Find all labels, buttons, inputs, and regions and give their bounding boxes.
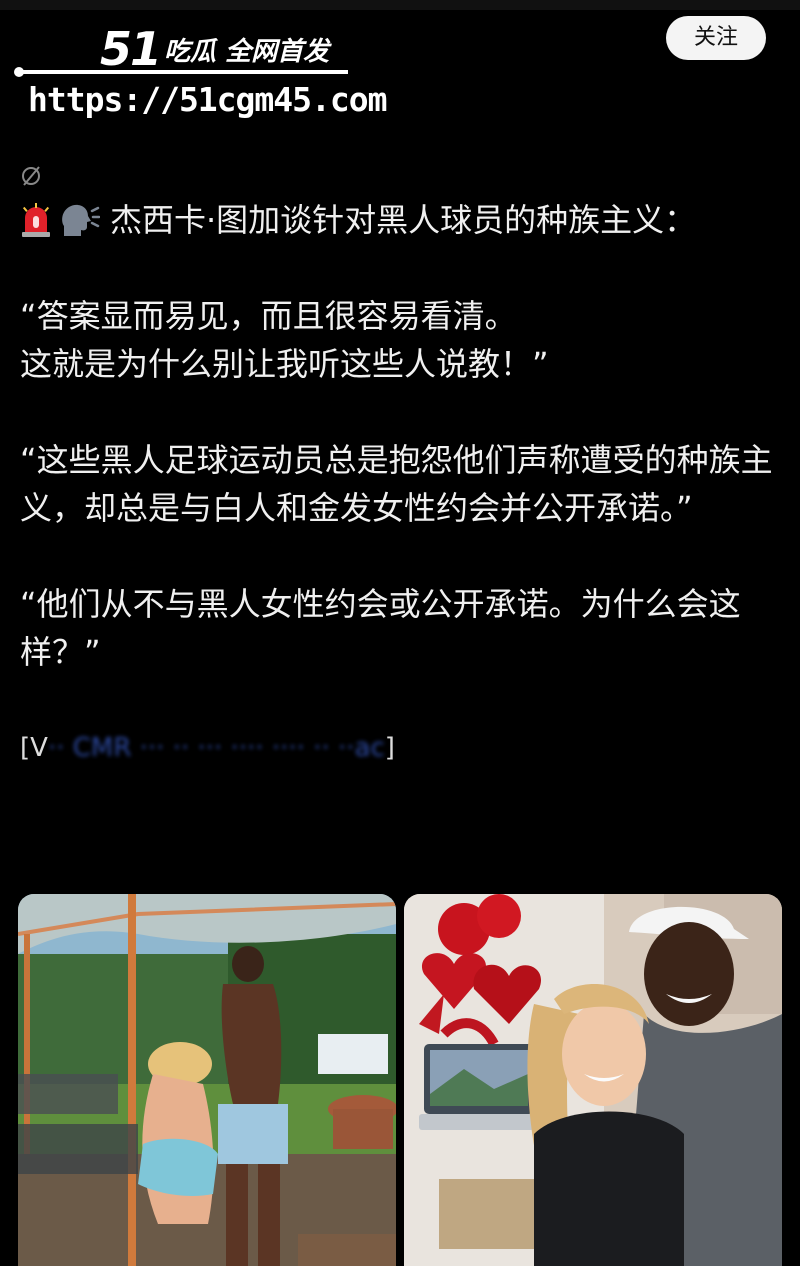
watermark-text: 吃瓜 全网首发 <box>164 36 330 67</box>
watermark-underline <box>18 70 348 74</box>
status-strip <box>0 0 800 10</box>
blurred-bracket-close: ] <box>384 733 395 763</box>
follow-button[interactable]: 关注 <box>666 16 766 60</box>
headline-text: 杰西卡·图加谈针对黑人球员的种族主义： <box>110 201 697 239</box>
post-body: 杰西卡·图加谈针对黑人球员的种族主义： “答案显而易见，而且很容易看清。 这就是… <box>20 196 780 772</box>
blurred-link[interactable]: ·· CMR ··· ·· ··· ···· ···· ·· ··ac <box>48 733 385 763</box>
watermark-number: 51 <box>100 22 162 76</box>
blurred-link-row: [V·· CMR ··· ·· ··· ···· ···· ·· ··ac] <box>20 724 780 772</box>
siren-icon <box>22 203 50 237</box>
quote-2: “这些黑人足球运动员总是抱怨他们声称遭受的种族主义，却总是与白人和金发女性约会并… <box>20 441 773 527</box>
watermark-url: https://51cgm45.com <box>28 80 387 119</box>
blurred-bracket-open: [V <box>20 733 48 763</box>
photo-pool-couple[interactable] <box>18 894 396 1266</box>
photo-selfie-couple[interactable] <box>404 894 782 1266</box>
slash-circle-icon <box>22 166 40 186</box>
watermark-logo: 51 吃瓜 全网首发 <box>100 22 329 76</box>
selfie-photo-image <box>404 894 782 1266</box>
pool-photo-image <box>18 894 396 1266</box>
quote-1-line-2: 这就是为什么别让我听这些人说教！” <box>20 345 549 383</box>
quote-1-line-1: “答案显而易见，而且很容易看清。 <box>20 297 517 335</box>
headline-row: 杰西卡·图加谈针对黑人球员的种族主义： <box>20 196 780 244</box>
speaking-head-icon <box>62 204 100 236</box>
quote-3: “他们从不与黑人女性约会或公开承诺。为什么会这样？” <box>20 585 741 671</box>
